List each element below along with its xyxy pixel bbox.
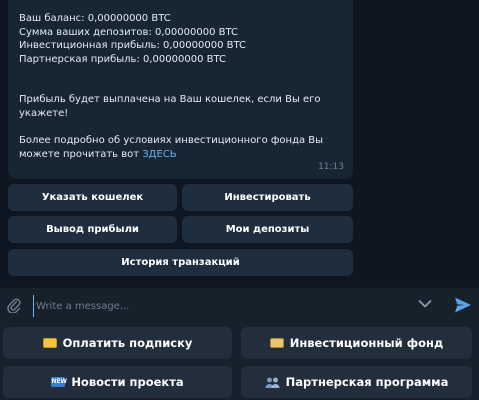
my-deposits-button[interactable]: Мои депозиты bbox=[182, 216, 353, 243]
message-input-bar bbox=[0, 287, 479, 321]
paperclip-icon[interactable] bbox=[7, 297, 21, 313]
new-badge-icon: NEW bbox=[51, 377, 68, 387]
partner-profit-line: Партнерская прибыль: 0,00000000 BTC bbox=[19, 53, 226, 65]
send-icon[interactable] bbox=[454, 296, 472, 314]
payout-text-line-1: Прибыль будет выплачена на Ваш кошелек, … bbox=[19, 94, 321, 105]
project-news-button[interactable]: NEW Новости проекта bbox=[3, 366, 232, 398]
money-bag-icon bbox=[269, 338, 284, 348]
details-text-line-1: Более подробно об условиях инвестиционно… bbox=[19, 135, 324, 146]
balance-line: Ваш баланс: 0,00000000 BTC bbox=[19, 13, 171, 24]
partner-program-label: Партнерская программа bbox=[285, 375, 449, 389]
transaction-history-button[interactable]: История транзакций bbox=[8, 249, 353, 276]
message-bubble: Ваш баланс: 0,00000000 BTC Сумма ваших д… bbox=[8, 0, 353, 179]
investment-fund-button[interactable]: Инвестиционный фонд bbox=[241, 327, 472, 359]
project-news-label: Новости проекта bbox=[71, 375, 184, 389]
payout-text-line-2: укажете! bbox=[19, 107, 69, 119]
credit-card-icon bbox=[42, 338, 57, 348]
chat-area: Ваш баланс: 0,00000000 BTC Сумма ваших д… bbox=[0, 0, 479, 287]
message-time: 11:13 bbox=[318, 161, 344, 172]
set-wallet-button[interactable]: Указать кошелек bbox=[8, 184, 177, 211]
chevron-down-icon[interactable] bbox=[418, 299, 432, 309]
invest-button[interactable]: Инвестировать bbox=[182, 184, 353, 211]
reply-keyboard: Оплатить подписку Инвестиционный фонд NE… bbox=[0, 321, 479, 400]
pay-subscription-label: Оплатить подписку bbox=[62, 336, 193, 350]
deposits-line: Сумма ваших депозитов: 0,00000000 BTC bbox=[19, 26, 238, 38]
investment-fund-label: Инвестиционный фонд bbox=[289, 336, 444, 350]
people-icon bbox=[265, 377, 280, 388]
message-input[interactable] bbox=[33, 295, 408, 317]
pay-subscription-button[interactable]: Оплатить подписку bbox=[3, 327, 232, 359]
details-text-prefix: можете прочитать вот bbox=[19, 148, 143, 160]
withdraw-profit-button[interactable]: Вывод прибыли bbox=[8, 216, 177, 243]
details-text-line-2: можете прочитать вот ЗДЕСЬ bbox=[19, 148, 343, 162]
partner-program-button[interactable]: Партнерская программа bbox=[241, 366, 472, 398]
details-link[interactable]: ЗДЕСЬ bbox=[142, 149, 176, 160]
investment-profit-line: Инвестиционная прибыль: 0,00000000 BTC bbox=[19, 40, 246, 51]
